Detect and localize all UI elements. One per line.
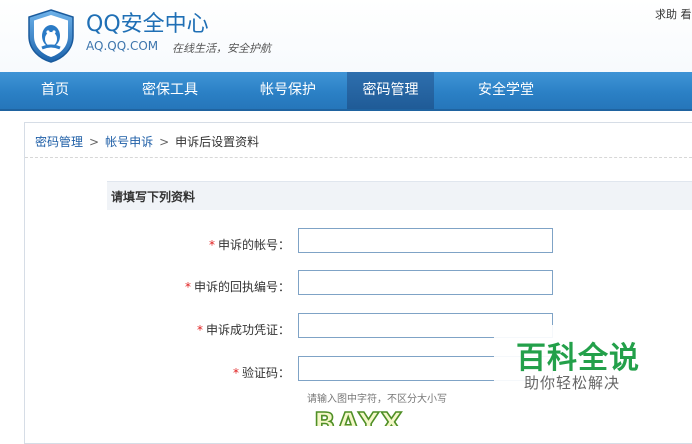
captcha-image[interactable]: BAYX (312, 406, 422, 426)
divider (25, 157, 692, 158)
captcha-hint: 请输入图中字符，不区分大小写 (307, 394, 447, 405)
appeal-account-input[interactable] (298, 228, 553, 253)
watermark-subtitle: 助你轻松解决 (524, 374, 621, 392)
receipt-number-label: * 申诉的回执编号： (184, 280, 290, 294)
nav-item-security-school[interactable]: 安全学堂 (456, 72, 556, 109)
nav-item-password-management[interactable]: 密码管理 (347, 72, 434, 109)
appeal-account-label: * 申诉的帐号： (208, 238, 290, 252)
nav-item-account-protection[interactable]: 帐号保护 (230, 72, 346, 109)
site-title[interactable]: QQ安全中心 (86, 6, 209, 38)
site-header: QQ安全中心 AQ.QQ.COM 在线生活，安全护航 求助 看 (0, 0, 692, 72)
breadcrumb-separator: > (159, 135, 170, 149)
required-mark: * (196, 323, 203, 337)
form-section-title: 请填写下列资料 (111, 190, 196, 204)
help-link[interactable]: 求助 看 (655, 6, 692, 22)
captcha-label: * 验证码： (232, 366, 290, 380)
qq-shield-logo-icon[interactable] (25, 8, 77, 64)
required-mark: * (184, 280, 191, 294)
appeal-proof-label: * 申诉成功凭证： (196, 323, 290, 337)
captcha-text: BAYX (314, 406, 404, 426)
watermark-title: 百科全说 (516, 341, 640, 376)
site-slogan: 在线生活，安全护航 (172, 42, 271, 55)
breadcrumb: 密码管理 > 帐号申诉 > 申诉后设置资料 (35, 133, 259, 150)
required-mark: * (208, 238, 215, 252)
breadcrumb-account-appeal[interactable]: 帐号申诉 (105, 135, 153, 149)
required-mark: * (232, 366, 239, 380)
breadcrumb-password-management[interactable]: 密码管理 (35, 135, 83, 149)
nav-item-home[interactable]: 首页 (0, 72, 110, 109)
main-nav: 首页 密保工具 帐号保护 密码管理 安全学堂 (0, 72, 692, 111)
nav-item-security-tools[interactable]: 密保工具 (110, 72, 230, 109)
site-domain: AQ.QQ.COM (86, 39, 159, 53)
breadcrumb-current: 申诉后设置资料 (175, 135, 260, 149)
receipt-number-input[interactable] (298, 270, 553, 295)
breadcrumb-separator: > (89, 135, 100, 149)
